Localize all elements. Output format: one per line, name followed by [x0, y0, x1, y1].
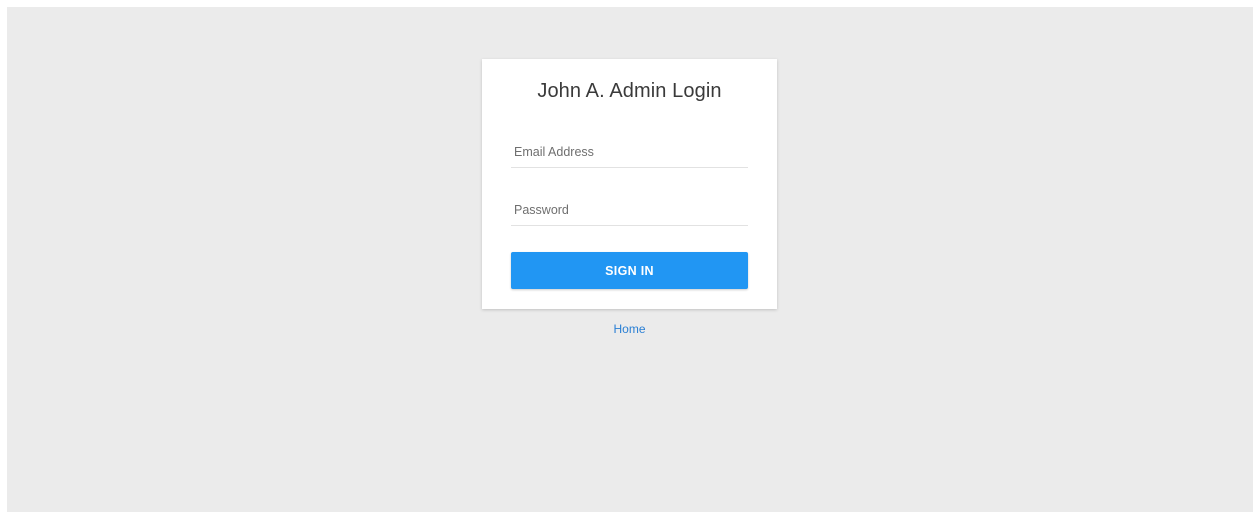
login-title: John A. Admin Login [537, 80, 722, 102]
password-input[interactable] [511, 195, 748, 225]
sign-in-button[interactable]: SIGN IN [511, 252, 748, 289]
page-background: John A. Admin Login SIGN IN Home [7, 7, 1253, 512]
password-field-wrapper [511, 195, 748, 226]
home-link[interactable]: Home [482, 322, 777, 336]
email-field-wrapper [511, 137, 748, 168]
login-card: John A. Admin Login SIGN IN [482, 59, 777, 309]
email-input[interactable] [511, 137, 748, 167]
